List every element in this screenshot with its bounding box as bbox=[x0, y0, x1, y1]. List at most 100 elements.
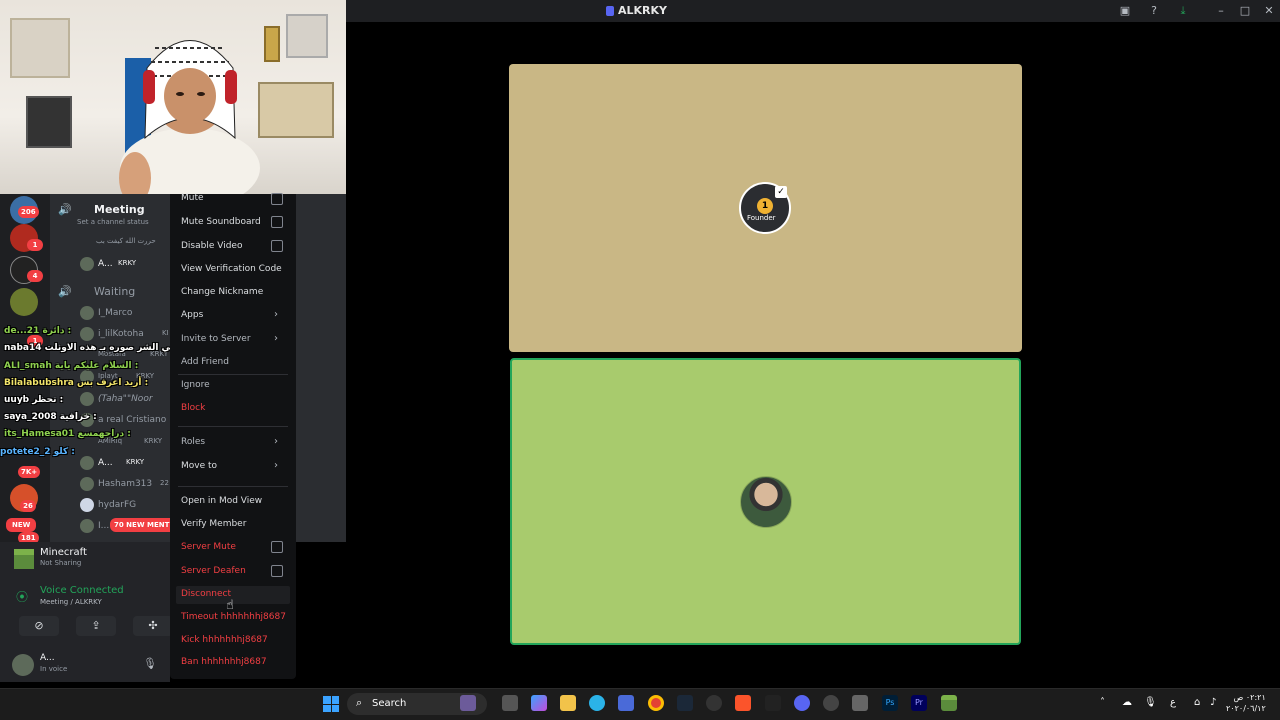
steam-icon[interactable] bbox=[677, 695, 693, 711]
avatar bbox=[80, 519, 94, 533]
tray-chevron-icon[interactable]: ˄ bbox=[1100, 697, 1105, 708]
chrome-icon[interactable] bbox=[648, 695, 664, 711]
file-explorer-icon[interactable] bbox=[560, 695, 576, 711]
mention-badge: 1 bbox=[27, 239, 43, 251]
channel-status[interactable]: Set a channel status bbox=[77, 218, 149, 226]
speaker-icon: 🔊 bbox=[58, 203, 72, 216]
voice-user-name[interactable]: i_lilKotoha bbox=[98, 329, 144, 339]
menu-item-disable-video[interactable]: Disable Video bbox=[181, 241, 242, 251]
chat-message: Bilalabubshra أريد اعرف بس : bbox=[4, 378, 148, 388]
menu-item-verify-member[interactable]: Verify Member bbox=[181, 519, 246, 529]
participant-avatar[interactable]: ✓ 1 Founder bbox=[739, 182, 791, 234]
user-name[interactable]: A... bbox=[40, 653, 55, 663]
chat-user: ALI_smah bbox=[4, 361, 52, 371]
maximize-icon[interactable]: □ bbox=[1238, 4, 1252, 18]
menu-item-kick[interactable]: Kick hhhhhhhj8687 bbox=[181, 635, 268, 645]
mute-checkbox[interactable] bbox=[271, 193, 283, 205]
minecraft-taskbar-icon[interactable] bbox=[941, 695, 957, 711]
premiere-icon[interactable]: Pr bbox=[911, 695, 927, 711]
server-deafen-checkbox[interactable] bbox=[271, 565, 283, 577]
voice-channel-meeting[interactable]: Meeting bbox=[94, 203, 145, 216]
brave-icon[interactable] bbox=[735, 695, 751, 711]
disable-video-checkbox[interactable] bbox=[271, 240, 283, 252]
voice-channel-waiting[interactable]: Waiting bbox=[94, 285, 135, 298]
avatar[interactable] bbox=[12, 654, 34, 676]
chat-text: أريد اعرف بس : bbox=[76, 378, 149, 388]
menu-item-invite-to-server[interactable]: Invite to Server bbox=[181, 334, 251, 344]
chat-text: خرافية : bbox=[59, 412, 97, 422]
chat-message: ALI_smah السلام عليكم ياية : bbox=[4, 361, 138, 371]
microphone-icon[interactable]: 🎙 bbox=[143, 657, 157, 670]
menu-item-disconnect[interactable]: Disconnect bbox=[181, 589, 231, 599]
tray-mic-icon[interactable]: 🎙 bbox=[1144, 697, 1157, 708]
settings-icon[interactable] bbox=[706, 695, 722, 711]
voice-user-name[interactable]: (Taha""Noor bbox=[98, 394, 153, 404]
shelf-display bbox=[258, 82, 334, 138]
server-icon[interactable] bbox=[10, 288, 38, 316]
voice-status[interactable]: Voice Connected bbox=[40, 585, 124, 596]
voice-user-tag: KRKY bbox=[144, 437, 163, 445]
store-icon[interactable] bbox=[618, 695, 634, 711]
screen-share-button[interactable]: ⇪ bbox=[76, 616, 116, 636]
menu-item-server-deafen[interactable]: Server Deafen bbox=[181, 566, 246, 576]
photoshop-icon[interactable]: Ps bbox=[882, 695, 898, 711]
participant-avatar[interactable] bbox=[740, 476, 792, 528]
snipping-tool-icon[interactable] bbox=[852, 695, 868, 711]
taskbar bbox=[0, 688, 1280, 720]
help-icon[interactable]: ? bbox=[1147, 4, 1161, 18]
menu-item-roles[interactable]: Roles bbox=[181, 437, 205, 447]
edge-icon[interactable] bbox=[589, 695, 605, 711]
close-icon[interactable]: ✕ bbox=[1262, 4, 1276, 18]
menu-item-timeout[interactable]: Timeout hhhhhhhj8687 bbox=[181, 612, 286, 622]
voice-user-name[interactable]: I_Marco bbox=[98, 308, 132, 318]
menu-item-mute-soundboard[interactable]: Mute Soundboard bbox=[181, 217, 261, 227]
avatar bbox=[80, 306, 94, 320]
menu-item-change-nickname[interactable]: Change Nickname bbox=[181, 287, 263, 297]
menu-divider bbox=[178, 374, 288, 375]
discord-icon[interactable] bbox=[794, 695, 810, 711]
activities-button[interactable]: ✣ bbox=[133, 616, 173, 636]
download-icon[interactable]: ⤓ bbox=[1176, 4, 1190, 18]
window-title: ALKRKY bbox=[618, 4, 668, 17]
chat-user: saya_2008 bbox=[4, 412, 57, 422]
menu-item-ignore[interactable]: Ignore bbox=[181, 380, 210, 390]
tray-volume-icon[interactable]: ♪ bbox=[1210, 697, 1216, 708]
taskbar-clock[interactable]: ٠٢:٢١ ص ٢٠٢٠/٠٦/١٢ bbox=[1226, 692, 1266, 714]
menu-item-open-in-mod-view[interactable]: Open in Mod View bbox=[181, 496, 262, 506]
menu-item-mute[interactable]: Mute bbox=[181, 193, 204, 203]
task-view-icon[interactable] bbox=[502, 695, 518, 711]
avatar bbox=[80, 498, 94, 512]
voice-user-name[interactable]: a real Cristiano bbox=[98, 415, 166, 425]
menu-item-move-to[interactable]: Move to bbox=[181, 461, 217, 471]
voice-user-name[interactable]: A... bbox=[98, 458, 113, 468]
chat-user: its_Hamesa01 bbox=[4, 429, 75, 439]
menu-item-server-mute[interactable]: Server Mute bbox=[181, 542, 236, 552]
camera-off-icon[interactable]: ⊘ bbox=[19, 616, 59, 636]
tray-network-icon[interactable]: ☁ bbox=[1122, 697, 1132, 708]
screen-share-icon[interactable]: ▣ bbox=[1118, 4, 1132, 18]
menu-item-view-verification-code[interactable]: View Verification Code bbox=[181, 264, 282, 274]
menu-item-apps[interactable]: Apps bbox=[181, 310, 203, 320]
menu-item-add-friend[interactable]: Add Friend bbox=[181, 357, 229, 367]
activity-game[interactable]: Minecraft bbox=[40, 547, 87, 558]
voice-path[interactable]: Meeting / ALKRKY bbox=[40, 598, 102, 606]
server-mute-checkbox[interactable] bbox=[271, 541, 283, 553]
minimize-icon[interactable]: – bbox=[1214, 4, 1228, 18]
voice-user-name[interactable]: I... bbox=[98, 521, 109, 531]
voice-user-name[interactable]: hydarFG bbox=[98, 500, 136, 510]
webcam-feed bbox=[0, 0, 346, 194]
obs-icon[interactable] bbox=[823, 695, 839, 711]
capcut-icon[interactable] bbox=[765, 695, 781, 711]
tray-wifi-icon[interactable]: ⌂ bbox=[1194, 697, 1200, 708]
voice-user-name[interactable]: A... bbox=[98, 259, 113, 269]
copilot-icon[interactable] bbox=[531, 695, 547, 711]
mute-soundboard-checkbox[interactable] bbox=[271, 216, 283, 228]
language-indicator[interactable]: ع bbox=[1170, 697, 1176, 708]
founder-badge: 1 bbox=[757, 198, 773, 214]
new-pill[interactable]: NEW bbox=[6, 518, 37, 532]
voice-user-name[interactable]: Hasham313 bbox=[98, 479, 152, 489]
user-status: In voice bbox=[40, 665, 68, 673]
menu-item-ban[interactable]: Ban hhhhhhhj8687 bbox=[181, 657, 267, 667]
menu-item-block[interactable]: Block bbox=[181, 403, 205, 413]
windows-start-icon[interactable] bbox=[323, 696, 339, 712]
